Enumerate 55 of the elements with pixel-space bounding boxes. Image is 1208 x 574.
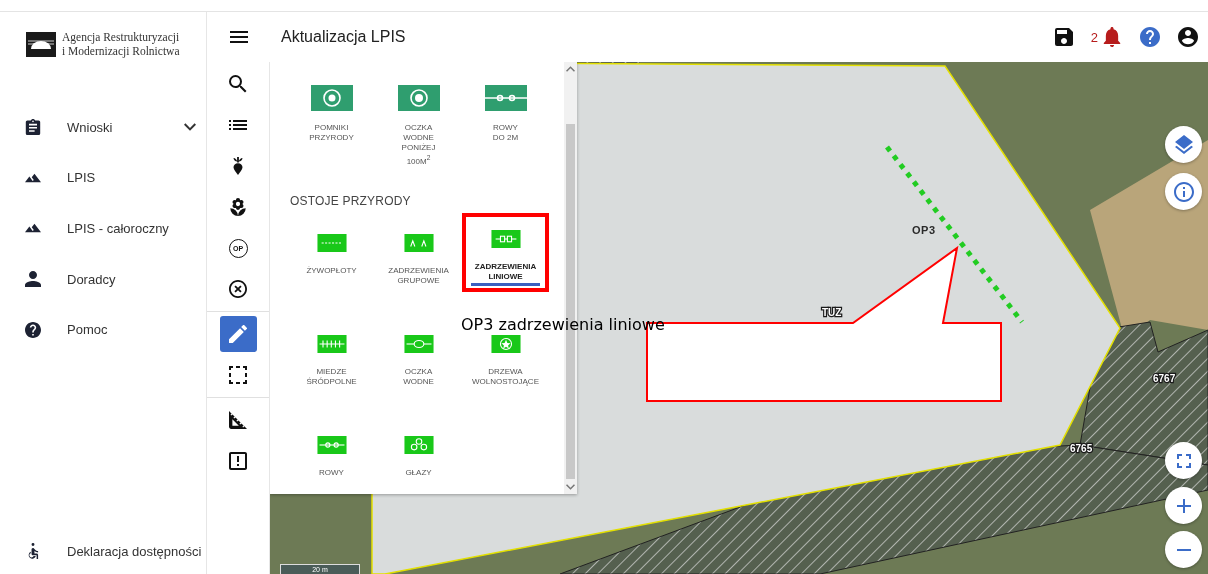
chevron-up-icon [566,66,575,72]
layer-option[interactable]: ZADRZEWIENIA GRUPOWE [375,229,462,292]
clipboard-icon [25,119,41,136]
layer-symbol-icon [316,233,347,252]
layer-symbol-icon [403,435,434,454]
feature-label: OP3 [912,224,936,236]
accessibility-link[interactable]: Deklaracja dostępności [0,530,206,574]
nav-item[interactable]: Doradcy [0,253,206,305]
nav-item[interactable]: Wnioski [0,102,206,153]
agency-emblem-icon [26,31,56,57]
layer-option[interactable]: ŻYWOPŁOTY [288,229,375,292]
flower-icon [229,198,247,216]
layer-option[interactable]: OCZKA WODNE [375,330,462,393]
layer-symbol-icon [316,435,347,454]
layer-symbol-icon [484,85,527,111]
pencil-icon [229,325,247,343]
layer-option[interactable]: ZADRZEWIENIA LINIOWE [462,212,549,292]
layer-symbol-icon [316,334,347,353]
layer-option[interactable]: GŁAZY [375,431,462,494]
annotation-text: OP3 zadrzewienia liniowe [461,316,665,333]
nav-item[interactable]: LPIS [0,152,206,204]
layer-symbol-icon [490,334,521,353]
notification-count: 2 [1090,29,1098,45]
section-heading: OSTOJE PRZYRODY [290,193,412,208]
layer-symbol-icon [403,334,434,353]
parcel-label: TUZ [822,307,842,318]
layer-symbol-icon [403,233,434,252]
layer-option[interactable]: ROWY DO 2M [462,79,549,171]
layer-option[interactable]: MIEDZE ŚRÓDPOLNE [288,330,375,393]
agency-name: Agencja Restrukturyzacji i Modernizacji Rolnictwa [62,30,180,58]
nav-item[interactable]: LPIS - całoroczny [0,203,206,254]
help-icon [25,321,41,338]
chevron-down-icon [566,484,575,490]
layer-symbol-icon [310,85,353,111]
layers-icon [1173,134,1194,155]
account-icon [1178,27,1198,47]
layer-symbol-icon [397,85,440,111]
circled-x-icon [229,280,247,298]
minus-icon [1176,548,1191,551]
layer-symbol-icon [490,229,521,248]
nav-item[interactable]: Pomoc [0,304,206,355]
layer-option[interactable]: OCZKA WODNE PONIŻEJ 100M$^{2}$ [375,79,462,171]
layer-option[interactable]: POMNIKI PRZYRODY [288,79,375,171]
bell-icon [1102,27,1122,47]
parcel-label: 6767 [1153,373,1176,384]
info-icon [1173,181,1194,202]
menu-icon [229,28,248,46]
parcel-label: 6765 [1070,443,1093,454]
layer-option[interactable]: ROWY [288,431,375,494]
plus-icon [1176,498,1191,513]
search-icon [229,75,247,93]
page-title: Aktualizacja LPIS [281,28,407,46]
help-icon [1140,27,1160,47]
person-icon [25,271,41,288]
layer-option[interactable]: DRZEWA WOLNOSTOJĄCE [462,330,549,393]
